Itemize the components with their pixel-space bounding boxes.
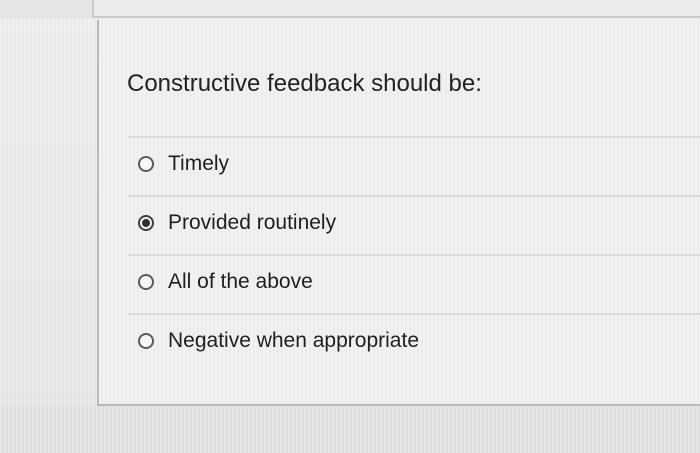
- quiz-screen: Constructive feedback should be: Timely …: [0, 0, 700, 453]
- radio-unchecked-icon[interactable]: [138, 274, 154, 290]
- answer-option-label[interactable]: Negative when appropriate: [168, 329, 419, 353]
- answer-option-label[interactable]: Provided routinely: [168, 211, 336, 235]
- answer-option-label[interactable]: All of the above: [168, 270, 313, 294]
- answer-option-all-of-the-above[interactable]: All of the above: [128, 254, 700, 311]
- top-header-strip: [0, 0, 700, 18]
- previous-card-edge: [92, 0, 700, 18]
- radio-checked-icon[interactable]: [138, 215, 154, 231]
- bottom-background-strip: [0, 406, 700, 453]
- answer-option-provided-routinely[interactable]: Provided routinely: [128, 195, 700, 252]
- question-prompt: Constructive feedback should be:: [127, 70, 482, 97]
- radio-unchecked-icon[interactable]: [138, 333, 154, 349]
- question-card: Constructive feedback should be: Timely …: [97, 20, 700, 406]
- answer-option-negative-when-appropriate[interactable]: Negative when appropriate: [128, 313, 700, 370]
- radio-unchecked-icon[interactable]: [138, 156, 154, 172]
- answer-option-timely[interactable]: Timely: [128, 136, 700, 193]
- answer-option-label[interactable]: Timely: [168, 152, 229, 176]
